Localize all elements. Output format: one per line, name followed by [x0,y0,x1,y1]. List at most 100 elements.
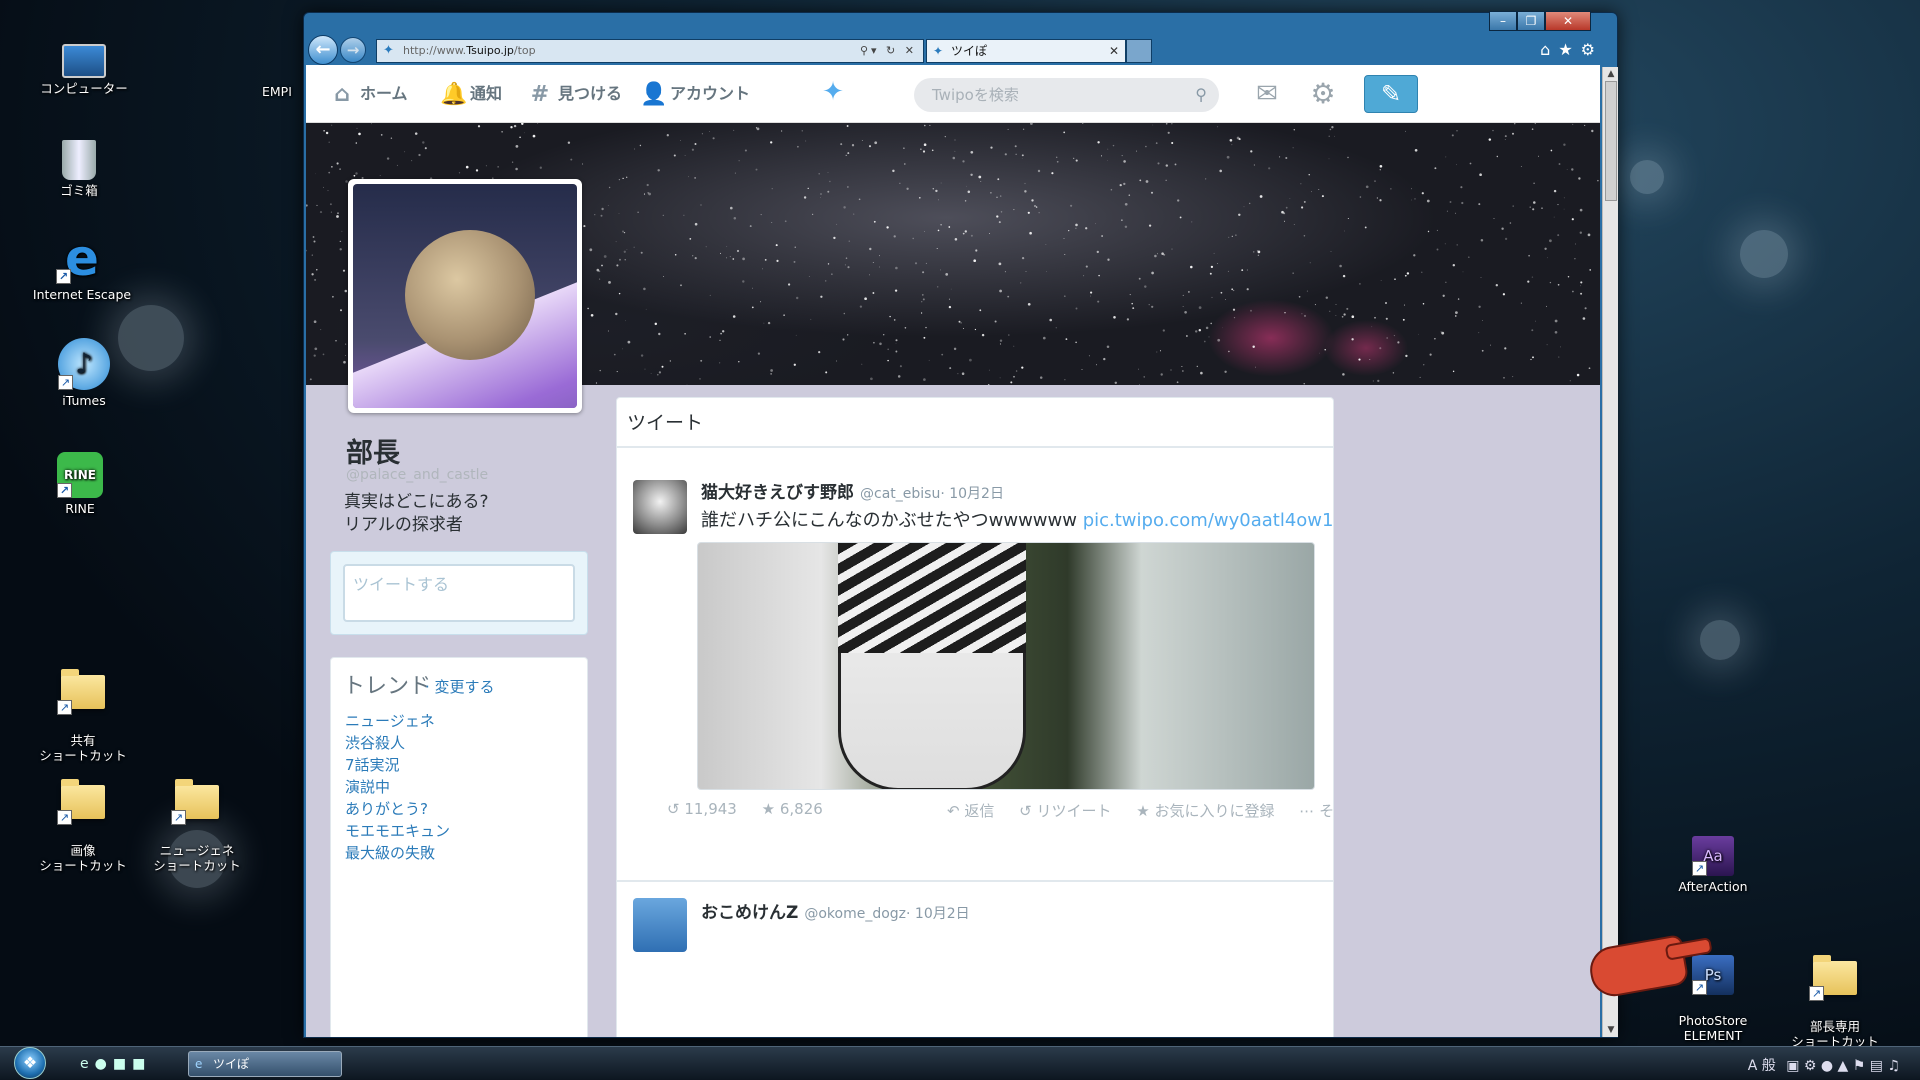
ime-indicator[interactable]: A 般 [1748,1058,1776,1074]
desktop-icon-image-shortcut[interactable]: ↗ 画像 ショートカット [24,758,142,888]
nav-notifications[interactable]: 🔔 通知 [440,65,502,123]
desktop-icon-label: ゴミ箱 [60,183,98,198]
music-icon: ♪ ↗ [58,338,110,390]
scroll-down-icon[interactable]: ▼ [1603,1023,1619,1037]
search-icon[interactable]: ⚲ [1195,78,1207,112]
nav-discover[interactable]: # 見つける [528,65,622,123]
tweet-link[interactable]: pic.twipo.com/wy0aatl4ow1 [1083,510,1333,531]
profile-bio: 真実はどこにある? リアルの探求者 [344,491,584,537]
chat-icon: RINE ↗ [57,452,103,498]
profile-avatar[interactable] [348,179,582,413]
quill-icon: ✎ [1380,80,1402,108]
tweet-photo[interactable] [697,542,1315,790]
home-icon: ⌂ [334,81,350,107]
address-url: http://www.Tsuipo.jp/top [403,44,536,57]
home-icon[interactable]: ⌂ [1540,40,1558,59]
tray-icons[interactable]: ▣ ⚙ ● ▲ ⚑ ▤ ♫ [1786,1058,1900,1074]
close-button[interactable]: ✕ [1545,11,1591,31]
trend-item[interactable]: 演説中 [345,776,450,798]
new-tab-button[interactable] [1126,39,1152,63]
desktop-icon-computer[interactable]: コンピューター [25,36,143,96]
scroll-up-icon[interactable]: ▲ [1603,67,1619,81]
settings-gear-icon[interactable]: ⚙ [1306,77,1340,111]
minimize-button[interactable]: – [1489,11,1517,31]
hashtag-icon: # [530,81,550,107]
trend-item[interactable]: モエモエキュン [345,820,450,842]
desktop-icon-label: ニュージェネ ショートカット [153,843,241,873]
trends-list: ニュージェネ 渋谷殺人 7話実況 演説中 ありがとう? モエモエキュン 最大級の… [345,710,450,864]
folder-icon: ↗ [57,663,109,715]
taskbar: ❖ e●■■ e ツイぽ A 般 ▣ ⚙ ● ▲ ⚑ ▤ ♫ [0,1046,1920,1080]
tweet-avatar[interactable] [633,480,687,534]
stream-title: ツイート [617,398,1333,448]
tweet-author[interactable]: おこめけんZ @okome_dogz· 10月2日 [701,898,970,923]
settings-gear-icon[interactable]: ⚙ [1581,40,1603,59]
nav-account[interactable]: 👤 アカウント [640,65,750,123]
compose-tweet-button[interactable]: ✎ [1364,75,1418,113]
app-icon: Ps ↗ [1692,955,1734,995]
start-button[interactable]: ❖ [14,1047,46,1079]
address-bar[interactable]: ✦ http://www.Tsuipo.jp/top ⚲▾ ↻ ✕ [376,39,924,63]
browser-tab[interactable]: ✦ ツイぽ ✕ [926,39,1126,63]
vertical-scrollbar[interactable]: ▲ ▼ [1602,67,1618,1037]
tweet-date[interactable]: · 10月2日 [906,906,970,922]
forward-button[interactable]: → [340,37,366,63]
ie-icon[interactable]: e [80,1056,95,1072]
ie-icon: e ↗ [56,232,108,284]
desktop-icon-newgene-shortcut[interactable]: ↗ ニュージェネ ショートカット [138,758,256,888]
desktop-icon-itumes[interactable]: ♪ ↗ iTumes [25,338,143,408]
maximize-button[interactable]: ❐ [1517,11,1545,31]
trend-item[interactable]: ニュージェネ [345,710,450,732]
taskbar-browser-button[interactable]: e ツイぽ [188,1051,342,1077]
retweet-count[interactable]: ↺ 11,943 [667,800,747,818]
folder-icon: ↗ [57,773,109,825]
trend-item[interactable]: 最大級の失敗 [345,842,450,864]
tab-close-icon[interactable]: ✕ [1109,40,1119,62]
desktop-icon-label: AfterAction [1678,879,1748,894]
profile-handle[interactable]: @palace_and_castle [346,467,488,483]
tweet-avatar[interactable] [633,898,687,952]
bird-logo-icon[interactable]: ✦ [816,77,850,107]
bio-line: リアルの探求者 [344,515,463,535]
desktop-icon-rine[interactable]: RINE ↗ RINE [21,452,139,516]
address-controls-icon[interactable]: ⚲▾ ↻ ✕ [860,40,917,62]
desktop-icon-label: PhotoStore ELEMENT [1678,1013,1748,1043]
reply-button[interactable]: ↶ 返信 [947,802,1004,820]
tweet-date[interactable]: · 10月2日 [940,486,1004,502]
folder-icon: ↗ [171,773,223,825]
trend-item[interactable]: ありがとう? [345,798,450,820]
bell-icon: 🔔 [440,81,468,107]
trends-change-link[interactable]: · 変更する [425,676,495,697]
nav-home[interactable]: ⌂ ホーム [330,65,407,123]
favorite-count[interactable]: ★ 6,826 [762,800,833,818]
app-icon[interactable]: ■ [132,1056,151,1072]
tweet-input[interactable]: ツイートする [343,564,575,622]
bird-favicon-icon: ✦ [383,43,394,58]
desktop-icon-afteraction[interactable]: Aa ↗ AfterAction [1654,830,1772,894]
retweet-button[interactable]: ↺ リツイート [1019,802,1121,820]
favorite-button[interactable]: ★ お気に入りに登録 [1136,802,1284,820]
system-tray: A 般 ▣ ⚙ ● ▲ ⚑ ▤ ♫ [1742,1055,1900,1075]
desktop-icon-bucho-shortcut[interactable]: ↗ 部長専用 ショートカット [1776,934,1894,1064]
favorites-star-icon[interactable]: ★ [1558,40,1580,59]
more-button[interactable]: ⋯ その他 [1299,802,1333,820]
media-icon[interactable]: ● [95,1056,113,1072]
window-icon[interactable]: ■ [113,1056,132,1072]
desktop-icon-internet-escape[interactable]: e ↗ Internet Escape [23,232,141,302]
back-button[interactable]: ← [308,35,338,65]
bird-favicon-icon: ✦ [933,44,944,58]
trend-item[interactable]: 渋谷殺人 [345,732,450,754]
bokeh-light [1630,160,1664,194]
desktop-icon-label: Internet Escape [32,287,132,302]
tweet-author[interactable]: 猫大好きえびす野郎 @cat_ebisu· 10月2日 [701,478,1004,503]
computer-icon [62,44,106,78]
scroll-thumb[interactable] [1605,81,1617,201]
tweet-actions: ↺ 11,943 ★ 6,826 ↶ 返信 ↺ リツイート ★ お気に入りに登録… [667,800,1333,820]
desktop-icon-partial: EMPI [262,84,302,99]
desktop-icon-trash[interactable]: ゴミ箱 [20,134,138,198]
page-viewport: ⌂ ホーム 🔔 通知 # 見つける 👤 アカウント ✦ Twipoを検索 ⚲ ✉ ⚙ ✎ … [306,65,1600,1037]
trend-item[interactable]: 7話実況 [345,754,450,776]
mail-icon[interactable]: ✉ [1250,77,1284,111]
search-input[interactable]: Twipoを検索 ⚲ [914,78,1219,112]
folder-icon: ↗ [1809,949,1861,1001]
